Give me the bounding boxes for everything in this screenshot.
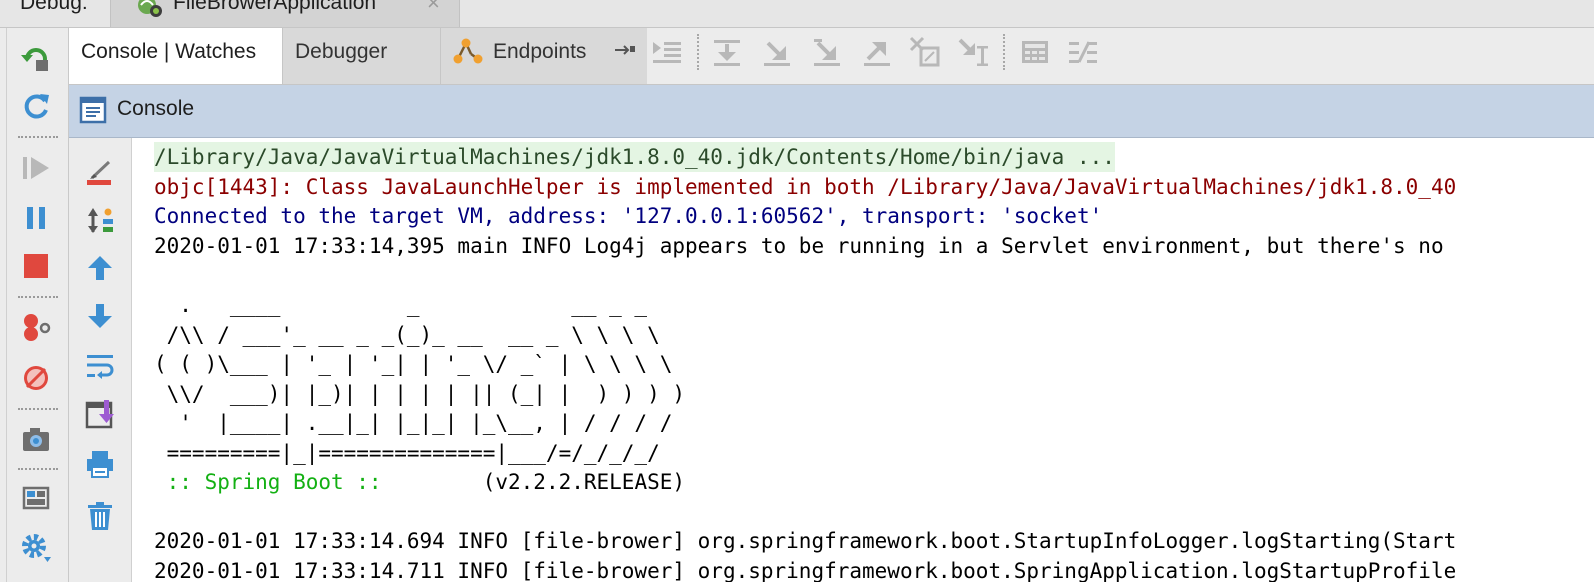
console-line: objc[1443]: Class JavaLaunchHelper is im… xyxy=(154,175,1457,199)
spring-boot-version: (v2.2.2.RELEASE) xyxy=(381,470,686,494)
clear-all-button[interactable] xyxy=(82,498,118,534)
view-breakpoints-icon xyxy=(24,314,51,341)
debug-side-toolbar xyxy=(0,28,69,582)
eraser-icon xyxy=(87,160,111,185)
console-icon xyxy=(79,96,107,124)
snapshot-button[interactable] xyxy=(18,422,54,458)
stop-icon xyxy=(24,254,48,278)
restore-layout-button[interactable] xyxy=(18,480,54,516)
pause-button[interactable] xyxy=(18,200,54,236)
rerun-button[interactable] xyxy=(18,40,54,76)
spring-bug-icon xyxy=(138,0,162,17)
down-arrow-button[interactable] xyxy=(82,298,118,334)
restore-layout-icon xyxy=(22,486,50,510)
scroll-to-end-button[interactable] xyxy=(82,396,118,432)
trace-current-stream-button[interactable] xyxy=(1065,34,1101,70)
rerun-icon xyxy=(21,48,48,71)
tab-debugger[interactable]: Debugger xyxy=(283,28,441,84)
console-output[interactable]: /Library/Java/JavaVirtualMachines/jdk1.8… xyxy=(132,138,1594,582)
run-to-cursor-icon xyxy=(958,38,988,66)
soft-wrap-button[interactable] xyxy=(82,348,118,384)
spring-banner-line: =========|_|==============|___/=/_/_/_/ xyxy=(154,441,660,465)
debug-tabs-row: Console | Watches Debugger Endpoints xyxy=(69,28,1594,85)
debug-tab-strip: Debug: FileBrowerApplication × xyxy=(0,0,1594,28)
console-line: 2020-01-01 17:33:14,395 main INFO Log4j … xyxy=(154,234,1444,258)
arrow-down-icon xyxy=(88,304,112,328)
clear-highlight-button[interactable] xyxy=(82,154,118,190)
arrow-up-icon xyxy=(88,256,112,280)
tab-endpoints[interactable]: Endpoints xyxy=(441,28,647,84)
spring-banner-line: \\/ ___)| |_)| | | | | || (_| | ) ) ) ) xyxy=(154,382,686,406)
tab-label: Endpoints xyxy=(493,40,587,63)
calculator-icon xyxy=(1022,41,1048,63)
restart-icon xyxy=(24,94,49,119)
step-into-icon xyxy=(764,41,790,66)
printer-icon xyxy=(87,451,113,478)
resume-button[interactable] xyxy=(18,150,54,186)
spring-version-line: :: Spring Boot :: (v2.2.2.RELEASE) xyxy=(154,467,685,497)
pin-tab-icon[interactable] xyxy=(613,40,637,60)
gear-icon xyxy=(22,534,51,562)
drop-frame-button[interactable] xyxy=(907,34,943,70)
camera-icon xyxy=(23,428,49,451)
show-execution-point-icon xyxy=(653,42,681,63)
evaluate-expression-button[interactable] xyxy=(1017,34,1053,70)
mute-breakpoints-icon xyxy=(24,366,48,390)
force-step-into-icon xyxy=(814,39,840,66)
console-line: Connected to the target VM, address: '12… xyxy=(154,204,1103,228)
step-out-button[interactable] xyxy=(859,34,895,70)
spring-banner-line: ' |____| .__|_| |_|_| |_\__, | / / / / xyxy=(154,411,673,435)
pause-icon xyxy=(27,207,45,229)
stop-button[interactable] xyxy=(18,248,54,284)
force-step-into-button[interactable] xyxy=(809,34,845,70)
drop-frame-icon xyxy=(909,36,940,67)
toolbar-separator xyxy=(697,34,699,70)
endpoints-icon xyxy=(453,38,483,64)
console-line: 2020-01-01 17:33:14.711 INFO [file-browe… xyxy=(154,559,1457,582)
mute-breakpoints-button[interactable] xyxy=(18,360,54,396)
console-line: /Library/Java/JavaVirtualMachines/jdk1.8… xyxy=(154,142,1115,172)
console-side-toolbar xyxy=(69,138,132,582)
close-icon[interactable]: × xyxy=(427,0,440,16)
spring-banner-line: /\\ / ___'_ __ _ _(_)_ __ __ _ \ \ \ \ xyxy=(154,323,660,347)
show-execution-point-button[interactable] xyxy=(649,34,685,70)
resume-icon xyxy=(23,157,49,179)
sort-icon xyxy=(88,208,113,233)
soft-wrap-icon xyxy=(87,355,114,379)
sort-button[interactable] xyxy=(82,202,118,238)
tab-label: Console | Watches xyxy=(81,40,257,63)
run-to-cursor-button[interactable] xyxy=(955,34,991,70)
toolbar-separator xyxy=(18,408,58,410)
toolbar-separator xyxy=(1003,34,1005,70)
toolbar-separator xyxy=(18,296,58,298)
toolbar-edge xyxy=(6,28,7,582)
spring-banner-line: . ____ _ __ _ _ xyxy=(154,293,648,317)
console-title: Console xyxy=(117,97,195,120)
run-tab-title: FileBrowerApplication xyxy=(173,0,377,14)
tab-label: Debugger xyxy=(295,40,388,63)
view-breakpoints-button[interactable] xyxy=(18,310,54,346)
settings-button[interactable] xyxy=(18,530,54,566)
stream-trace-icon xyxy=(1069,41,1097,63)
step-over-icon xyxy=(714,40,740,66)
tab-console-watches[interactable]: Console | Watches xyxy=(69,28,283,84)
trash-icon xyxy=(88,502,112,530)
debug-label: Debug: xyxy=(20,0,88,14)
toolbar-separator xyxy=(18,468,58,470)
restart-button[interactable] xyxy=(18,88,54,124)
console-header: Console xyxy=(69,85,1594,138)
step-out-icon xyxy=(864,42,890,66)
run-config-tab[interactable]: FileBrowerApplication × xyxy=(110,0,460,27)
step-into-button[interactable] xyxy=(759,34,795,70)
scroll-to-end-icon xyxy=(85,400,114,429)
up-arrow-button[interactable] xyxy=(82,250,118,286)
spring-boot-label: :: Spring Boot :: xyxy=(154,470,382,494)
spring-banner-line: ( ( )\___ | '_ | '_| | '_ \/ _` | \ \ \ … xyxy=(154,352,673,376)
toolbar-separator xyxy=(18,136,58,138)
console-line: 2020-01-01 17:33:14.694 INFO [file-browe… xyxy=(154,529,1457,553)
step-over-button[interactable] xyxy=(709,34,745,70)
print-button[interactable] xyxy=(82,446,118,482)
